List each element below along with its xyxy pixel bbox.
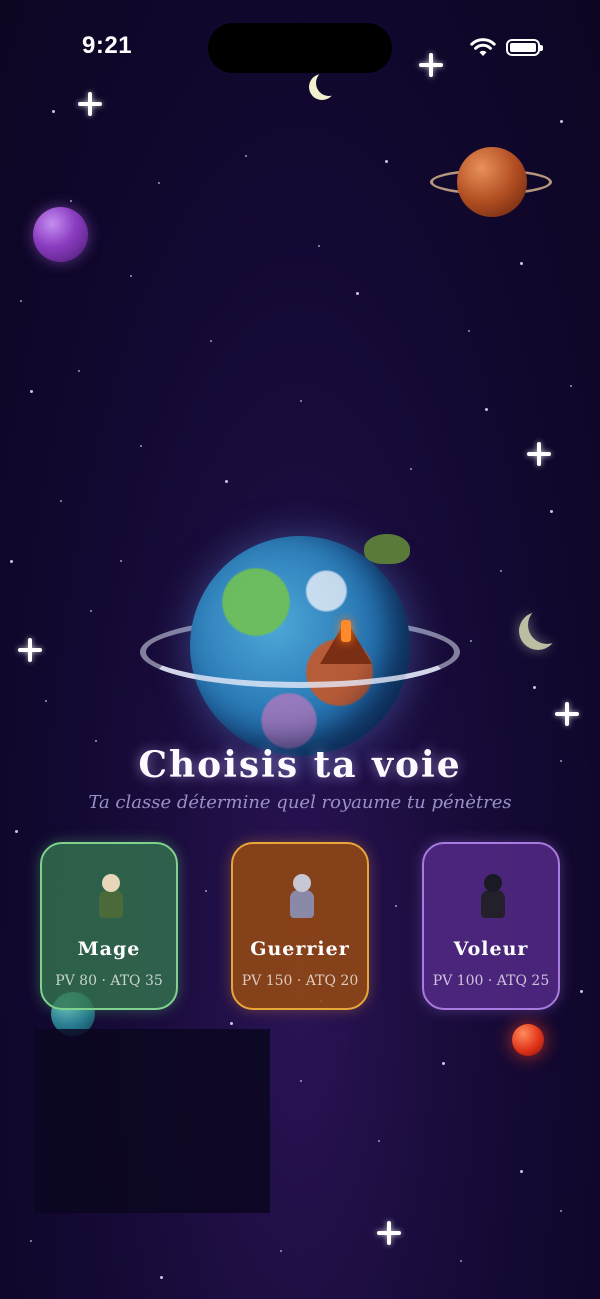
sparkle-icon bbox=[377, 1221, 401, 1245]
status-time: 9:21 bbox=[82, 32, 133, 59]
thief-avatar-icon bbox=[473, 872, 513, 924]
class-card-voleur[interactable]: Voleur PV 100 · ATQ 25 bbox=[422, 842, 560, 1010]
class-stats: PV 150 · ATQ 20 bbox=[241, 973, 359, 989]
class-stats: PV 80 · ATQ 35 bbox=[55, 973, 163, 989]
fantasy-world-illustration bbox=[138, 528, 462, 760]
class-card-guerrier[interactable]: Guerrier PV 150 · ATQ 20 bbox=[231, 842, 369, 1010]
class-card-mage[interactable]: Mage PV 80 · ATQ 35 bbox=[40, 842, 178, 1010]
dynamic-island bbox=[208, 23, 392, 73]
ringed-planet-icon bbox=[428, 140, 556, 224]
crescent-moon-icon bbox=[528, 606, 566, 644]
class-name: Voleur bbox=[453, 938, 529, 960]
class-stats: PV 100 · ATQ 25 bbox=[432, 973, 550, 989]
sparkle-icon bbox=[555, 702, 579, 726]
wifi-icon bbox=[470, 38, 496, 56]
battery-icon bbox=[506, 39, 543, 56]
sparkle-icon bbox=[18, 638, 42, 662]
class-name: Mage bbox=[77, 938, 141, 960]
class-name: Guerrier bbox=[250, 938, 350, 960]
mage-avatar-icon bbox=[91, 872, 131, 924]
sparkle-icon bbox=[527, 442, 551, 466]
status-bar: 9:21 bbox=[0, 0, 600, 96]
planet-icon bbox=[33, 207, 88, 262]
page-subtitle: Ta classe détermine quel royaume tu pénè… bbox=[88, 792, 512, 813]
planet-icon bbox=[512, 1024, 544, 1056]
warrior-avatar-icon bbox=[282, 872, 322, 924]
dark-overlay-panel bbox=[34, 1029, 270, 1213]
page-title: Choisis ta voie bbox=[138, 744, 462, 786]
